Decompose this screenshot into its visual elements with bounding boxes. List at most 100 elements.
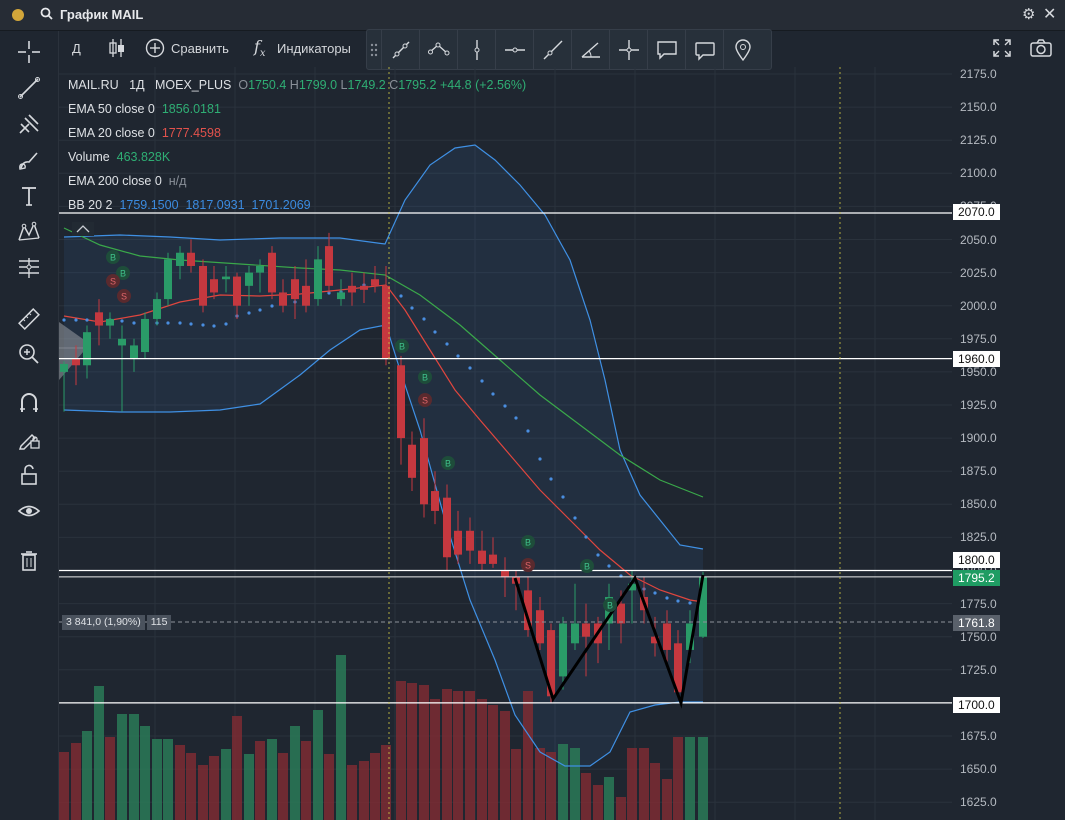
psar-dot bbox=[120, 319, 124, 323]
crosshair-change: 3 841,0 (1,90%) bbox=[62, 615, 145, 630]
psar-dot bbox=[166, 321, 170, 325]
volume-bar-down bbox=[232, 716, 242, 820]
signal-letter: B bbox=[399, 342, 405, 352]
volume-bar-down bbox=[186, 753, 196, 820]
signal-letter: B bbox=[120, 269, 126, 279]
psar-dot bbox=[201, 323, 205, 327]
sell-signal-marker: S bbox=[418, 393, 432, 407]
price-tick-label: 1900.0 bbox=[960, 431, 997, 446]
legend-l-label: L bbox=[340, 78, 348, 92]
legend-h-label: H bbox=[289, 78, 299, 92]
buy-signal-marker: B bbox=[418, 370, 432, 384]
volume-bar-down bbox=[546, 752, 556, 820]
candle-up bbox=[83, 332, 91, 366]
legend-o-label: O bbox=[238, 78, 249, 92]
legend-ema50[interactable]: EMA 50 close 0 1856.0181 bbox=[68, 102, 221, 116]
price-tick-label: 1975.0 bbox=[960, 331, 997, 346]
legend-volume[interactable]: Volume 463.828K bbox=[68, 150, 170, 164]
volume-bar-down bbox=[535, 748, 545, 820]
volume-bar-up bbox=[685, 737, 695, 820]
signal-letter: B bbox=[584, 562, 590, 572]
candle-down bbox=[466, 530, 474, 551]
legend-change: +44.8 (+2.56%) bbox=[439, 78, 527, 92]
psar-dot bbox=[538, 457, 542, 461]
price-tick-label: 2025.0 bbox=[960, 265, 997, 280]
legend-c-label: C bbox=[389, 78, 399, 92]
candle-down bbox=[279, 292, 287, 306]
ema200-value: н/д bbox=[168, 174, 187, 188]
psar-dot bbox=[607, 564, 611, 568]
price-tick-label: 2125.0 bbox=[960, 133, 997, 148]
psar-dot bbox=[561, 495, 565, 499]
psar-dot bbox=[270, 304, 274, 308]
volume-bar-up bbox=[244, 754, 254, 820]
price-tick-label: 1850.0 bbox=[960, 497, 997, 512]
psar-dot bbox=[526, 429, 530, 433]
level-label-2070: 2070.0 bbox=[953, 204, 1000, 220]
psar-dot bbox=[445, 342, 449, 346]
price-tick-label: 1875.0 bbox=[960, 464, 997, 479]
candle-up bbox=[222, 276, 230, 280]
candle-up bbox=[164, 259, 172, 300]
volume-bar-up bbox=[140, 726, 150, 820]
ema20-value: 1777.4598 bbox=[161, 126, 221, 140]
price-tick-label: 1625.0 bbox=[960, 795, 997, 810]
volume-bar-down bbox=[71, 743, 81, 820]
legend-symbol[interactable]: MAIL.RU bbox=[68, 78, 119, 92]
volume-bar-down bbox=[255, 741, 265, 820]
volume-bar-up bbox=[152, 739, 162, 820]
crosshair-label: 3 841,0 (1,90%) 115 bbox=[62, 615, 173, 630]
volume-bar-down bbox=[324, 754, 334, 820]
candle-up bbox=[118, 338, 126, 346]
legend-ema200[interactable]: EMA 200 close 0 н/д bbox=[68, 174, 186, 188]
candle-down bbox=[371, 279, 379, 286]
price-tick-label: 1775.0 bbox=[960, 596, 997, 611]
volume-bar-up bbox=[698, 737, 708, 820]
volume-bar-down bbox=[198, 765, 208, 820]
volume-bar-down bbox=[301, 741, 311, 820]
candle-down bbox=[199, 265, 207, 306]
price-chart[interactable]: BBSSBBSBBS BB bbox=[0, 0, 1065, 820]
psar-dot bbox=[549, 477, 553, 481]
bollinger-band-fill bbox=[64, 145, 703, 766]
price-tick-label: 2175.0 bbox=[960, 67, 997, 81]
candle-down bbox=[348, 285, 356, 293]
volume-bar-up bbox=[290, 726, 300, 820]
volume-bar-down bbox=[430, 699, 440, 820]
psar-dot bbox=[85, 318, 89, 322]
volume-bar-up bbox=[82, 731, 92, 820]
volume-bar-up bbox=[163, 739, 173, 820]
volume-bar-down bbox=[347, 765, 357, 820]
candle-down bbox=[454, 530, 462, 555]
legend-interval: 1Д bbox=[129, 78, 145, 92]
legend-low: 1749.2 bbox=[347, 78, 386, 92]
price-tick-label: 2000.0 bbox=[960, 298, 997, 313]
candle-up bbox=[130, 345, 138, 359]
volume-bar-down bbox=[650, 763, 660, 820]
candle-up bbox=[245, 272, 253, 286]
price-tick-label: 2100.0 bbox=[960, 166, 997, 181]
bb-value-1: 1759.1500 bbox=[119, 198, 179, 212]
volume-bar-down bbox=[673, 737, 683, 820]
candle-down bbox=[582, 623, 590, 637]
volume-bar-down bbox=[511, 749, 521, 820]
psar-dot bbox=[480, 379, 484, 383]
price-tick-label: 2150.0 bbox=[960, 100, 997, 115]
psar-dot bbox=[456, 354, 460, 358]
candle-down bbox=[617, 603, 625, 624]
volume-bar-up bbox=[313, 710, 323, 820]
psar-dot bbox=[468, 366, 472, 370]
legend-high: 1799.0 bbox=[298, 78, 338, 92]
psar-dot bbox=[433, 330, 437, 334]
candle-down bbox=[408, 444, 416, 478]
candle-down bbox=[72, 358, 80, 366]
buy-signal-marker: B bbox=[441, 456, 455, 470]
volume-bar-up bbox=[117, 714, 127, 820]
legend-exchange: MOEX_PLUS bbox=[154, 78, 232, 92]
legend-ema20[interactable]: EMA 20 close 0 1777.4598 bbox=[68, 126, 221, 140]
bb-value-3: 1701.2069 bbox=[251, 198, 311, 212]
signal-letter: S bbox=[525, 561, 531, 571]
sell-signal-marker: S bbox=[106, 274, 120, 288]
legend-bb[interactable]: BB 20 2 1759.1500 1817.0931 1701.2069 bbox=[68, 198, 311, 212]
buy-signal-marker: B bbox=[603, 598, 617, 612]
